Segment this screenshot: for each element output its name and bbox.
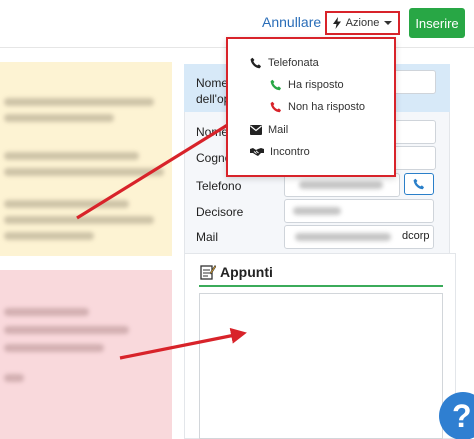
notes-textarea[interactable]	[199, 293, 443, 439]
menu-item-mail[interactable]: Mail	[250, 124, 288, 136]
label-decisore: Decisore	[196, 205, 244, 219]
menu-item-label: Ha risposto	[288, 79, 344, 91]
menu-item-label: Incontro	[270, 146, 310, 158]
label-mail: Mail	[196, 230, 219, 244]
menu-item-label: Non ha risposto	[288, 101, 366, 113]
caret-down-icon	[384, 21, 393, 25]
menu-item-label: Telefonata	[268, 57, 319, 69]
menu-item-ha-risposto[interactable]: Ha risposto	[270, 79, 344, 91]
phone-missed-icon	[270, 101, 281, 113]
label-nome: Nome	[196, 125, 229, 139]
phone-answered-icon	[270, 79, 281, 91]
action-dropdown-button[interactable]: Azione	[325, 11, 400, 35]
label-telefono: Telefono	[196, 179, 242, 193]
help-button[interactable]: ?	[439, 392, 474, 439]
label-nome-opp-1: Nome	[196, 76, 229, 90]
notes-heading: Appunti	[200, 264, 273, 280]
phone-icon	[250, 57, 261, 69]
email-domain-fragment: dcorp	[402, 230, 430, 242]
bolt-icon	[332, 17, 341, 29]
action-button-label: Azione	[345, 17, 380, 29]
insert-button[interactable]: Inserire	[409, 8, 465, 38]
handshake-icon	[250, 148, 264, 156]
call-button[interactable]	[404, 173, 434, 195]
help-question-mark: ?	[452, 398, 472, 434]
envelope-icon	[250, 125, 262, 135]
notes-title-underline	[199, 285, 443, 287]
blurred-panel-yellow	[0, 62, 172, 256]
screen: Annullare Azione Inserire Nome dell'opp …	[0, 0, 474, 439]
menu-item-telefonata[interactable]: Telefonata	[250, 57, 319, 69]
blurred-panel-pink	[0, 270, 172, 439]
notes-title: Appunti	[220, 264, 273, 280]
notepad-icon	[200, 265, 216, 280]
menu-item-non-ha-risposto[interactable]: Non ha risposto	[270, 101, 365, 113]
menu-item-incontro[interactable]: Incontro	[250, 146, 310, 158]
phone-icon	[413, 178, 424, 190]
decision-maker-input[interactable]	[284, 199, 434, 223]
cancel-link[interactable]: Annullare	[262, 14, 321, 30]
action-dropdown-menu: Telefonata Ha risposto Non ha risposto M…	[226, 37, 396, 177]
menu-item-label: Mail	[268, 124, 289, 136]
